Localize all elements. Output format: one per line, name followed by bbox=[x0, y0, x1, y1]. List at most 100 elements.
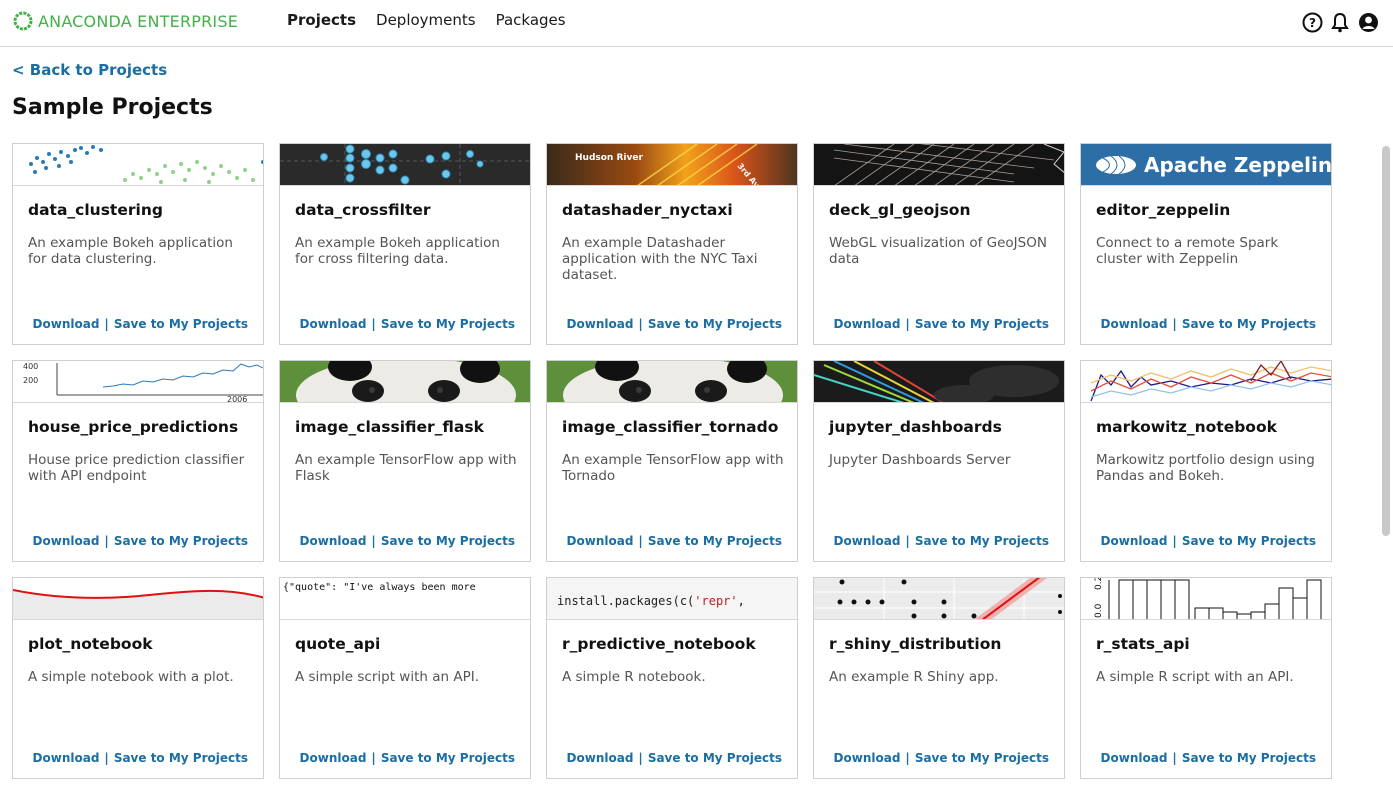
save-to-my-projects-link[interactable]: Save to My Projects bbox=[648, 751, 782, 765]
anaconda-ring-icon bbox=[13, 11, 33, 31]
project-thumbnail bbox=[13, 144, 263, 186]
action-separator: | bbox=[104, 751, 109, 765]
axis-tick-2006: 2006 bbox=[227, 395, 247, 403]
back-to-projects-link[interactable]: < Back to Projects bbox=[12, 61, 167, 79]
download-link[interactable]: Download bbox=[834, 751, 901, 765]
download-link[interactable]: Download bbox=[1101, 317, 1168, 331]
anaconda-logo[interactable]: ANACONDA ENTERPRISE bbox=[12, 10, 238, 32]
action-separator: | bbox=[371, 751, 376, 765]
project-card: jupyter_dashboards Jupyter Dashboards Se… bbox=[813, 360, 1065, 562]
top-navigation-bar: ANACONDA ENTERPRISE Projects Deployments… bbox=[0, 0, 1393, 47]
download-link[interactable]: Download bbox=[834, 317, 901, 331]
project-title: deck_gl_geojson bbox=[829, 201, 971, 219]
project-title: r_stats_api bbox=[1096, 635, 1190, 653]
save-to-my-projects-link[interactable]: Save to My Projects bbox=[1182, 751, 1316, 765]
project-card: plot_notebook A simple notebook with a p… bbox=[12, 577, 264, 779]
hudson-river-label: Hudson River bbox=[575, 153, 643, 163]
project-description: An example Bokeh application for cross f… bbox=[295, 235, 500, 267]
save-to-my-projects-link[interactable]: Save to My Projects bbox=[381, 534, 515, 548]
project-title: editor_zeppelin bbox=[1096, 201, 1231, 219]
save-to-my-projects-link[interactable]: Save to My Projects bbox=[915, 751, 1049, 765]
action-separator: | bbox=[905, 317, 910, 331]
project-card: image_classifier_tornado An example Tens… bbox=[546, 360, 798, 562]
main-nav: Projects Deployments Packages bbox=[287, 11, 566, 29]
project-actions: Download | Save to My Projects bbox=[33, 317, 248, 331]
project-title: r_predictive_notebook bbox=[562, 635, 756, 653]
project-card: deck_gl_geojson WebGL visualization of G… bbox=[813, 143, 1065, 345]
project-actions: Download | Save to My Projects bbox=[300, 751, 515, 765]
save-to-my-projects-link[interactable]: Save to My Projects bbox=[648, 317, 782, 331]
project-card: data_clustering An example Bokeh applica… bbox=[12, 143, 264, 345]
project-actions: Download | Save to My Projects bbox=[1101, 751, 1316, 765]
download-link[interactable]: Download bbox=[33, 534, 100, 548]
download-link[interactable]: Download bbox=[834, 534, 901, 548]
project-actions: Download | Save to My Projects bbox=[834, 751, 1049, 765]
notifications-bell-icon[interactable] bbox=[1329, 11, 1351, 33]
action-separator: | bbox=[638, 534, 643, 548]
page-scrollbar-thumb[interactable] bbox=[1382, 146, 1390, 536]
page-title: Sample Projects bbox=[12, 95, 213, 120]
apache-zeppelin-logo-text: Apache Zeppelin bbox=[1144, 153, 1331, 177]
project-actions: Download | Save to My Projects bbox=[834, 317, 1049, 331]
project-thumbnail bbox=[814, 578, 1064, 620]
download-link[interactable]: Download bbox=[300, 751, 367, 765]
help-icon[interactable]: ? bbox=[1301, 11, 1323, 33]
project-title: image_classifier_flask bbox=[295, 418, 484, 436]
action-separator: | bbox=[1172, 317, 1177, 331]
download-link[interactable]: Download bbox=[300, 317, 367, 331]
project-thumbnail: {"quote": "I've always been more bbox=[280, 578, 530, 620]
download-link[interactable]: Download bbox=[1101, 751, 1168, 765]
project-actions: Download | Save to My Projects bbox=[1101, 534, 1316, 548]
save-to-my-projects-link[interactable]: Save to My Projects bbox=[114, 534, 248, 548]
download-link[interactable]: Download bbox=[300, 534, 367, 548]
download-link[interactable]: Download bbox=[1101, 534, 1168, 548]
project-actions: Download | Save to My Projects bbox=[567, 534, 782, 548]
download-link[interactable]: Download bbox=[567, 751, 634, 765]
save-to-my-projects-link[interactable]: Save to My Projects bbox=[915, 534, 1049, 548]
download-link[interactable]: Download bbox=[33, 317, 100, 331]
project-actions: Download | Save to My Projects bbox=[834, 534, 1049, 548]
project-card: r_shiny_distribution An example R Shiny … bbox=[813, 577, 1065, 779]
project-card: markowitz_notebook Markowitz portfolio d… bbox=[1080, 360, 1332, 562]
project-description: A simple notebook with a plot. bbox=[28, 669, 234, 685]
project-thumbnail bbox=[280, 144, 530, 186]
download-link[interactable]: Download bbox=[33, 751, 100, 765]
project-title: data_crossfilter bbox=[295, 201, 431, 219]
action-separator: | bbox=[1172, 534, 1177, 548]
project-thumbnail bbox=[814, 144, 1064, 186]
project-description: Jupyter Dashboards Server bbox=[829, 452, 1011, 468]
download-link[interactable]: Download bbox=[567, 317, 634, 331]
user-account-icon[interactable] bbox=[1357, 11, 1379, 33]
project-description: WebGL visualization of GeoJSON data bbox=[829, 235, 1047, 267]
save-to-my-projects-link[interactable]: Save to My Projects bbox=[648, 534, 782, 548]
download-link[interactable]: Download bbox=[567, 534, 634, 548]
quote-json-text: {"quote": "I've always been more bbox=[283, 582, 476, 593]
project-card: {"quote": "I've always been more quote_a… bbox=[279, 577, 531, 779]
logo-text: ANACONDA ENTERPRISE bbox=[38, 11, 239, 31]
project-card: install.packages(c('repr', r_predictive_… bbox=[546, 577, 798, 779]
axis-tick-0-2: 0.2 bbox=[1094, 578, 1104, 590]
nav-projects[interactable]: Projects bbox=[287, 11, 356, 29]
nav-deployments[interactable]: Deployments bbox=[376, 11, 476, 29]
project-title: house_price_predictions bbox=[28, 418, 239, 436]
project-title: jupyter_dashboards bbox=[829, 418, 1002, 436]
nav-packages[interactable]: Packages bbox=[496, 11, 566, 29]
project-actions: Download | Save to My Projects bbox=[567, 751, 782, 765]
save-to-my-projects-link[interactable]: Save to My Projects bbox=[1182, 317, 1316, 331]
save-to-my-projects-link[interactable]: Save to My Projects bbox=[114, 751, 248, 765]
project-description: House price prediction classifier with A… bbox=[28, 452, 245, 484]
save-to-my-projects-link[interactable]: Save to My Projects bbox=[381, 751, 515, 765]
project-description: An example Datashader application with t… bbox=[562, 235, 758, 283]
project-actions: Download | Save to My Projects bbox=[300, 534, 515, 548]
action-separator: | bbox=[371, 534, 376, 548]
action-separator: | bbox=[905, 751, 910, 765]
save-to-my-projects-link[interactable]: Save to My Projects bbox=[114, 317, 248, 331]
project-card: 0.2 0.0 r_stats_api A simple R script wi… bbox=[1080, 577, 1332, 779]
project-description: A simple script with an API. bbox=[295, 669, 479, 685]
save-to-my-projects-link[interactable]: Save to My Projects bbox=[381, 317, 515, 331]
project-card: Hudson River 3rd Ave datashader_nyctaxi … bbox=[546, 143, 798, 345]
project-description: An example R Shiny app. bbox=[829, 669, 999, 685]
save-to-my-projects-link[interactable]: Save to My Projects bbox=[1182, 534, 1316, 548]
save-to-my-projects-link[interactable]: Save to My Projects bbox=[915, 317, 1049, 331]
sample-projects-grid: data_clustering An example Bokeh applica… bbox=[12, 143, 1332, 779]
